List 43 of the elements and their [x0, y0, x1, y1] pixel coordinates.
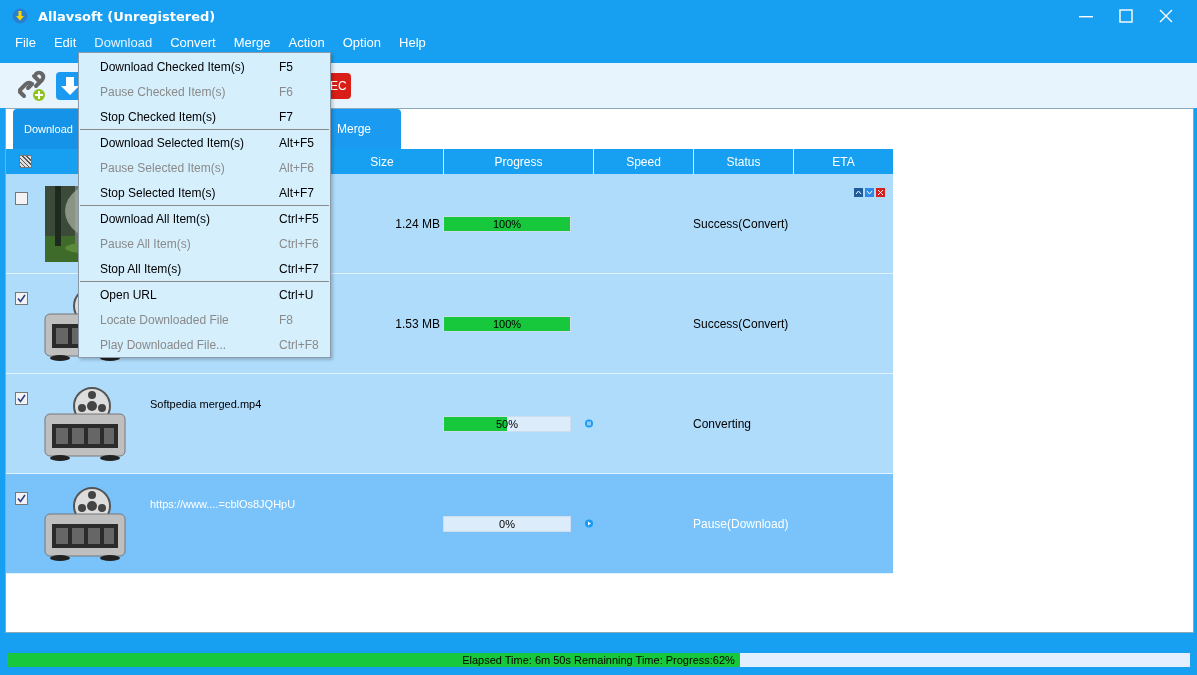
remove-icon[interactable] — [876, 188, 885, 197]
close-icon[interactable] — [1159, 9, 1173, 23]
status-text: Success(Convert) — [693, 216, 789, 231]
move-down-icon[interactable] — [865, 188, 874, 197]
menu-item[interactable]: Convert — [161, 34, 225, 50]
table-row[interactable]: https://www....=cblOs8JQHpU 0% Pause(Download) — [6, 474, 893, 574]
progress-bar: 50% — [443, 415, 571, 432]
status-text: Success(Convert) — [693, 316, 789, 331]
table-row[interactable]: Softpedia merged.mp4 50% Converting — [6, 374, 893, 474]
column-header: Speed — [626, 154, 661, 169]
select-all-checkbox[interactable] — [18, 155, 32, 168]
menu-item[interactable]: Option — [333, 34, 391, 50]
file-size: 1.53 MB — [395, 316, 440, 331]
menu-item[interactable]: Edit — [44, 34, 86, 50]
menu-item[interactable]: Action — [279, 34, 334, 50]
status-text: Converting — [693, 416, 752, 431]
progress-bar: 100% — [443, 215, 571, 232]
column-header: Size — [370, 154, 394, 169]
app-logo-icon — [12, 8, 28, 24]
checkbox[interactable] — [15, 192, 28, 205]
file-size: 1.24 MB — [395, 216, 440, 231]
checkbox[interactable] — [15, 392, 28, 405]
progress-bar: 100% — [443, 315, 571, 332]
column-header: ETA — [832, 154, 855, 169]
overall-progress-bar: Elapsed Time: 6m 50s Remainning Time: Progress:62% — [7, 653, 1190, 667]
progress-bar: 0% — [443, 515, 571, 532]
menu-option[interactable]: Download All Item(s) Ctrl+F5 — [79, 206, 330, 231]
move-up-icon[interactable] — [854, 188, 863, 197]
column-header: Status — [726, 154, 761, 169]
checkbox[interactable] — [15, 292, 28, 305]
menu-item[interactable]: Download — [85, 34, 162, 50]
status-text: Pause(Download) — [693, 516, 789, 531]
checkbox[interactable] — [15, 492, 28, 505]
menu-item[interactable]: File — [6, 34, 45, 50]
window-title: Allavsoft (Unregistered) — [38, 8, 216, 24]
file-name: https://www....=cblOs8JQHpU — [150, 498, 296, 510]
menu-option[interactable]: Stop Selected Item(s) Alt+F7 — [79, 180, 330, 205]
file-name: Softpedia merged.mp4 — [150, 398, 262, 410]
menu-option[interactable]: Open URL Ctrl+U — [79, 282, 330, 307]
column-header: Progress — [494, 154, 543, 169]
menu-item[interactable]: Merge — [224, 34, 280, 50]
maximize-icon[interactable] — [1119, 9, 1133, 23]
menu-item[interactable]: Help — [390, 34, 435, 50]
